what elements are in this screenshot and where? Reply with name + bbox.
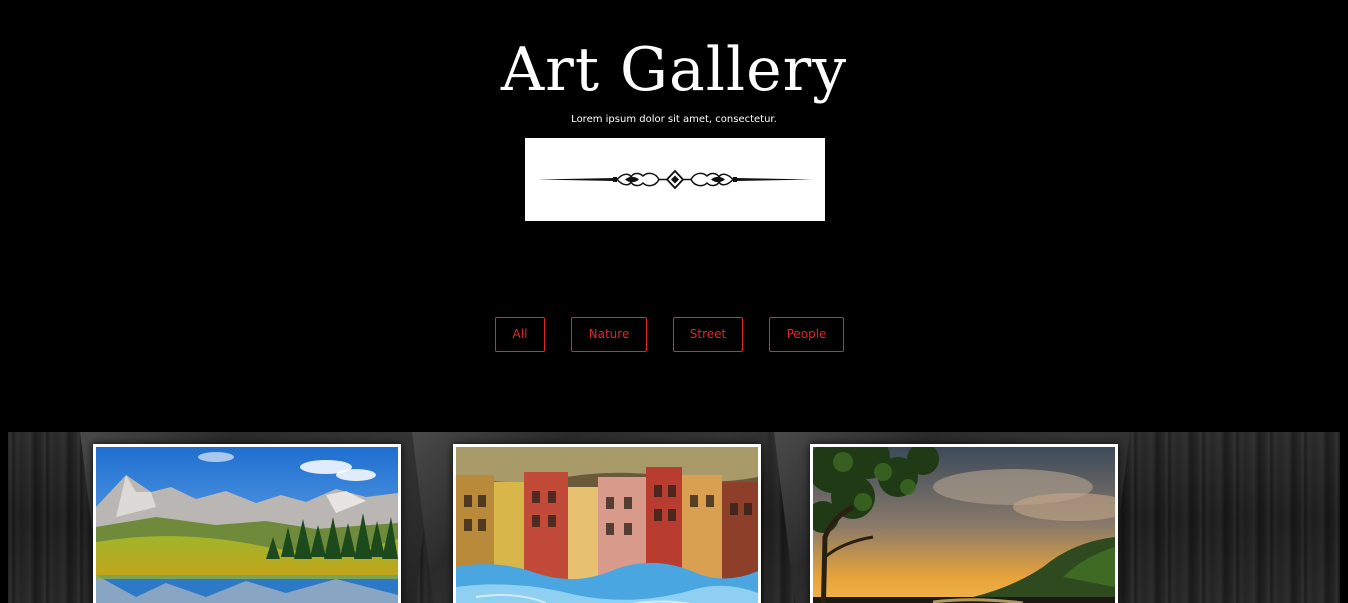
site-title: Art Gallery xyxy=(500,35,848,105)
ornamental-divider-icon xyxy=(525,138,825,221)
page: Art Gallery Lorem ipsum dolor sit amet, … xyxy=(0,0,1348,603)
gallery-wall xyxy=(8,432,1340,603)
sunset-trees-image xyxy=(813,447,1115,603)
gallery-item-mountain-lake[interactable] xyxy=(93,444,401,603)
mountain-lake-image xyxy=(96,447,398,603)
gallery-item-building-reflection[interactable] xyxy=(453,444,761,603)
filter-bar: All Nature Street People xyxy=(0,317,1348,352)
gallery-item-sunset-trees[interactable] xyxy=(810,444,1118,603)
filter-people-button[interactable]: People xyxy=(769,317,844,352)
site-tagline: Lorem ipsum dolor sit amet, consectetur. xyxy=(571,114,777,125)
filter-all-button[interactable]: All xyxy=(495,317,545,352)
building-reflection-image xyxy=(456,447,758,603)
filter-nature-button[interactable]: Nature xyxy=(571,317,647,352)
filter-street-button[interactable]: Street xyxy=(673,317,743,352)
